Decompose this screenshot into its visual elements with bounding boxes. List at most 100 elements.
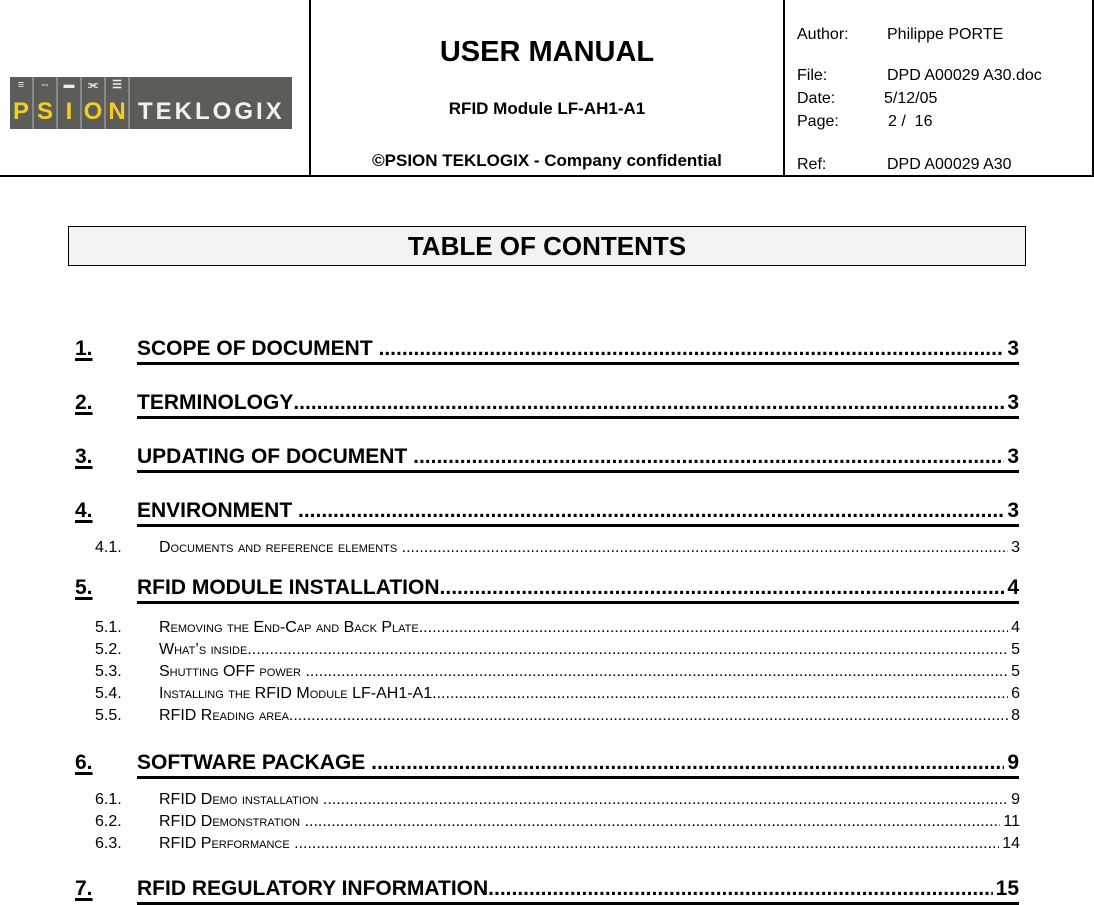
toc-entry-body: SOFTWARE PACKAGE 9 [137,751,1019,779]
meta-date: Date: 5/12/05 [797,90,937,108]
logo-block: ▬ I [58,77,82,129]
toc-page-number: 3 [1007,499,1019,522]
toc-entry-label: RFID Performance [159,835,295,852]
toc-entry-label: TERMINOLOGY [137,391,294,414]
toc-page-number: 9 [1007,751,1019,774]
toc-page-number: 3 [1007,391,1019,414]
toc-entry-body: UPDATING OF DOCUMENT 3 [137,445,1019,473]
toc-entry-number: 6.3. [95,835,122,852]
toc-page-number: 4 [1007,576,1019,599]
document-header: ≡ P ⇔ S ▬ I ⫘ O ☰ N TEKLOGIX USER MANUAL RFID… [0,0,1094,177]
logo-glyph-icon: ⫘ [88,79,98,91]
toc-dot-leader [305,663,1008,681]
toc-entry-label: UPDATING OF DOCUMENT [137,445,414,468]
toc-entry-body: RFID Performance 14 [159,835,1020,853]
toc-entry-number: 6.1. [95,791,122,808]
meta-value: 5/12/05 [884,90,938,107]
toc-entry-label: SOFTWARE PACKAGE [137,751,372,774]
toc-entry-number: 5.5. [95,707,122,724]
toc-dot-leader [402,539,1008,557]
document-subtitle: RFID Module LF-AH1-A1 [448,99,646,118]
meta-page: Page: 2 / 16 [797,113,932,131]
logo-block: ≡ P [10,77,34,129]
toc-entry-number: 3. [75,445,93,468]
meta-value: DPD A00029 A30 [887,156,1012,173]
toc-entry-number: 4. [75,499,93,522]
psion-teklogix-logo: ≡ P ⇔ S ▬ I ⫘ O ☰ N TEKLOGIX [10,77,292,129]
toc-dot-leader [289,707,1008,725]
toc-entry-body: Installing the RFID Module LF-AH1-A1 6 [159,685,1020,703]
toc-dot-leader [298,499,1004,523]
toc-entry-body: Removing the End-Cap and Back Plate 4 [159,619,1020,637]
toc-entry-body: ENVIRONMENT 3 [137,499,1019,527]
toc-page-number: 5 [1011,641,1020,658]
toc-entry-number: 7. [75,877,93,900]
toc-entry-body: RFID Demo installation 9 [159,791,1020,809]
toc-entry-number: 2. [75,391,93,414]
toc-dot-leader [413,445,1004,469]
toc-page-number: 3 [1011,539,1020,556]
logo-letter: N [108,98,126,125]
toc-dot-leader [432,685,1008,703]
meta-value: 2 / 16 [888,113,933,130]
logo-block: ⇔ S [34,77,58,129]
toc-page-number: 3 [1007,337,1019,360]
toc-page-number: 8 [1011,707,1020,724]
logo-wordmark: TEKLOGIX [138,98,285,125]
toc-entry-body: Shutting OFF power 5 [159,663,1020,681]
toc-entry-body: Documents and reference elements 3 [159,539,1020,557]
toc-page-number: 3 [1007,445,1019,468]
logo-letter: O [83,98,103,125]
toc-entry-number: 1. [75,337,93,360]
logo-glyph-icon: ☰ [112,79,122,91]
toc-dot-leader [293,391,1004,415]
logo-letter: S [36,98,53,125]
meta-file: File: DPD A00029 A30.doc [797,67,1042,85]
logo-glyph-icon: ▬ [63,79,75,91]
toc-entry-label: Documents and reference elements [159,539,402,556]
toc-entry-body: RFID REGULATORY INFORMATION 15 [137,877,1019,905]
toc-page-number: 4 [1011,619,1020,636]
toc-entry-body: RFID MODULE INSTALLATION 4 [137,576,1019,604]
meta-ref: Ref: DPD A00029 A30 [797,156,1012,174]
toc-entry-label: Shutting OFF power [159,663,306,680]
toc-entry-body: RFID Demonstration 11 [159,813,1020,831]
toc-entry-number: 5.1. [95,619,122,636]
toc-entry-number: 6. [75,751,93,774]
meta-label: Page: [797,113,839,130]
toc-entry-body: What’s inside 5 [159,641,1020,659]
toc-page-number: 15 [995,877,1019,900]
logo-letter: I [65,98,73,125]
meta-value: Philippe PORTE [887,26,1004,43]
toc-entry-number: 5.3. [95,663,122,680]
toc-page-number: 5 [1011,663,1020,680]
toc-entry-label: What’s inside [159,641,248,658]
copyright-notice: ©PSION TEKLOGIX - Company confidential [372,151,722,170]
toc-entry-body: SCOPE OF DOCUMENT 3 [137,337,1019,365]
toc-dot-leader [323,791,1008,809]
toc-entry-number: 5.4. [95,685,122,702]
meta-value: DPD A00029 A30.doc [887,67,1042,84]
logo-cell: ≡ P ⇔ S ▬ I ⫘ O ☰ N TEKLOGIX [0,0,311,176]
toc-page-number: 14 [1002,835,1020,852]
toc-entry-label: SCOPE OF DOCUMENT [137,337,379,360]
toc-dot-leader [294,835,999,853]
meta-author: Author: Philippe PORTE [797,26,1003,44]
toc-page-number: 6 [1011,685,1020,702]
toc-entry-label: RFID MODULE INSTALLATION [137,576,440,599]
toc-entry-label: RFID Demo installation [159,791,323,808]
toc-entry-number: 5. [75,576,93,599]
toc-entry-label: RFID Demonstration [159,813,305,830]
meta-label: Author: [797,26,849,43]
logo-block: ☰ N [106,77,130,129]
toc-dot-leader [419,619,1008,637]
logo-letter: P [12,98,29,125]
meta-label: Ref: [797,156,827,173]
toc-entry-number: 4.1. [95,539,122,556]
toc-dot-leader [440,576,1005,600]
toc-dot-leader [488,877,992,901]
toc-entry-label: Removing the End-Cap and Back Plate [159,619,419,636]
toc-page-number: 9 [1011,791,1020,808]
toc-entry-number: 5.2. [95,641,122,658]
meta-cell: Author: Philippe PORTE File: DPD A00029 A3… [785,0,1094,176]
